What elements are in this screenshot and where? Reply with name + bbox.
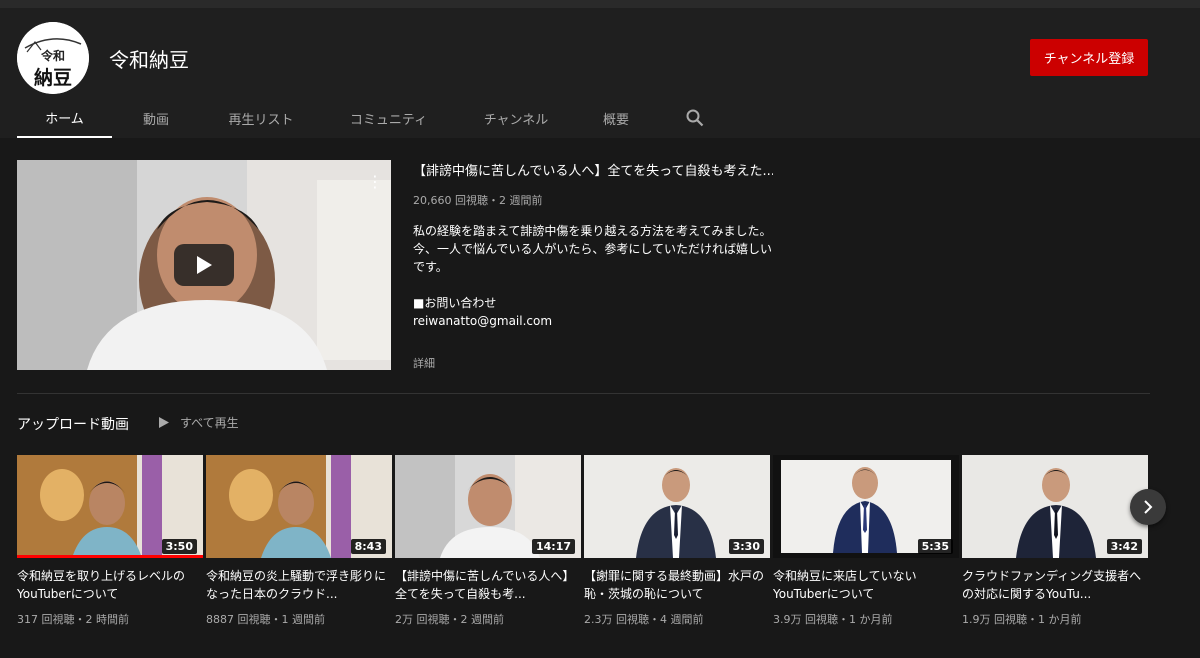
carousel-next-button[interactable] (1130, 489, 1166, 525)
video-thumbnail[interactable]: 3:30 (584, 455, 770, 558)
featured-video-meta: 20,660 回視聴・2 週間前 (413, 194, 543, 207)
video-thumbnail[interactable]: 8:43 (206, 455, 392, 558)
featured-video-description: 私の経験を踏まえて誹謗中傷を乗り越える方法を考えてみました。 今、一人で悩んでい… (413, 222, 773, 330)
video-title[interactable]: 令和納豆に来店していないYouTuberについて (773, 567, 959, 603)
video-meta: 2.3万 回視聴・4 週間前 (584, 613, 704, 626)
tab-playlists[interactable]: 再生リスト (200, 98, 322, 138)
video-title[interactable]: 令和納豆を取り上げるレベルのYouTuberについて (17, 567, 203, 603)
video-meta: 317 回視聴・2 時間前 (17, 613, 129, 626)
avatar-logo: 令和 納豆 (17, 22, 89, 94)
video-duration: 3:42 (1106, 539, 1142, 554)
play-all-icon (159, 417, 169, 428)
avatar-text-top: 令和 (40, 48, 65, 63)
more-options-icon[interactable]: ⋮ (367, 172, 383, 192)
section-divider (17, 393, 1150, 394)
play-icon (197, 256, 212, 274)
video-meta: 8887 回視聴・1 週間前 (206, 613, 325, 626)
subscribe-button[interactable]: チャンネル登録 (1030, 39, 1148, 76)
tab-videos[interactable]: 動画 (112, 98, 200, 138)
video-thumbnail[interactable]: 14:17 (395, 455, 581, 558)
channel-header: 令和 納豆 令和納豆 チャンネル登録 ホーム 動画 再生リスト コミュニティ チ… (0, 8, 1200, 138)
description-line: ■お問い合わせ (413, 296, 497, 310)
video-duration: 8:43 (350, 539, 386, 554)
video-title[interactable]: 【謝罪に関する最終動画】水戸の恥・茨城の恥について (584, 567, 770, 603)
video-duration: 3:50 (161, 539, 197, 554)
featured-video-title[interactable]: 【誹謗中傷に苦しんでいる人へ】全てを失って自殺も考えた... (413, 160, 773, 179)
video-card[interactable]: 3:30 【謝罪に関する最終動画】水戸の恥・茨城の恥について 2.3万 回視聴・… (584, 455, 770, 627)
channel-avatar[interactable]: 令和 納豆 (17, 22, 89, 94)
chevron-right-icon (1144, 500, 1153, 514)
search-icon[interactable] (655, 98, 735, 138)
video-thumbnail[interactable]: 3:42 (962, 455, 1148, 558)
channel-tabs: ホーム 動画 再生リスト コミュニティ チャンネル 概要 (17, 98, 735, 138)
play-button[interactable] (174, 244, 234, 286)
video-card[interactable]: 3:42 クラウドファンディング支援者への対応に関するYouTu... 1.9万… (962, 455, 1148, 627)
tab-home[interactable]: ホーム (17, 98, 112, 138)
more-details-link[interactable]: 詳細 (413, 355, 435, 371)
tab-about[interactable]: 概要 (577, 98, 655, 138)
description-line: reiwanatto@gmail.com (413, 314, 553, 328)
video-duration: 14:17 (531, 539, 575, 554)
top-strip (0, 0, 1200, 8)
watch-progress-bar (17, 555, 203, 558)
video-title[interactable]: 令和納豆の炎上騒動で浮き彫りになった日本のクラウド... (206, 567, 392, 603)
avatar-text-bottom: 納豆 (34, 66, 72, 89)
video-duration: 3:30 (728, 539, 764, 554)
play-all-button[interactable]: すべて再生 (158, 414, 239, 431)
uploads-section-title[interactable]: アップロード動画 (17, 414, 129, 434)
video-card[interactable]: 8:43 令和納豆の炎上騒動で浮き彫りになった日本のクラウド... 8887 回… (206, 455, 392, 627)
tab-channels[interactable]: チャンネル (455, 98, 577, 138)
video-thumbnail[interactable]: 3:50 (17, 455, 203, 558)
video-duration: 5:35 (917, 539, 953, 554)
video-title[interactable]: クラウドファンディング支援者への対応に関するYouTu... (962, 567, 1148, 603)
video-meta: 3.9万 回視聴・1 か月前 (773, 613, 893, 626)
description-line: 私の経験を踏まえて誹謗中傷を乗り越える方法を考えてみました。 (413, 224, 772, 238)
featured-video-thumbnail[interactable]: ⋮ (17, 160, 391, 370)
tab-community[interactable]: コミュニティ (322, 98, 455, 138)
video-meta: 2万 回視聴・2 週間前 (395, 613, 504, 626)
play-all-label: すべて再生 (180, 416, 239, 430)
video-thumbnail[interactable]: 5:35 (773, 455, 959, 558)
video-card[interactable]: 3:50 令和納豆を取り上げるレベルのYouTuberについて 317 回視聴・… (17, 455, 203, 627)
video-meta: 1.9万 回視聴・1 か月前 (962, 613, 1082, 626)
video-title[interactable]: 【誹謗中傷に苦しんでいる人へ】全てを失って自殺も考... (395, 567, 581, 603)
description-line: 今、一人で悩んでいる人がいたら、参考にしていただければ嬉しいです。 (413, 242, 773, 274)
channel-name: 令和納豆 (109, 48, 189, 72)
video-card[interactable]: 5:35 令和納豆に来店していないYouTuberについて 3.9万 回視聴・1… (773, 455, 959, 627)
video-card[interactable]: 14:17 【誹謗中傷に苦しんでいる人へ】全てを失って自殺も考... 2万 回視… (395, 455, 581, 627)
